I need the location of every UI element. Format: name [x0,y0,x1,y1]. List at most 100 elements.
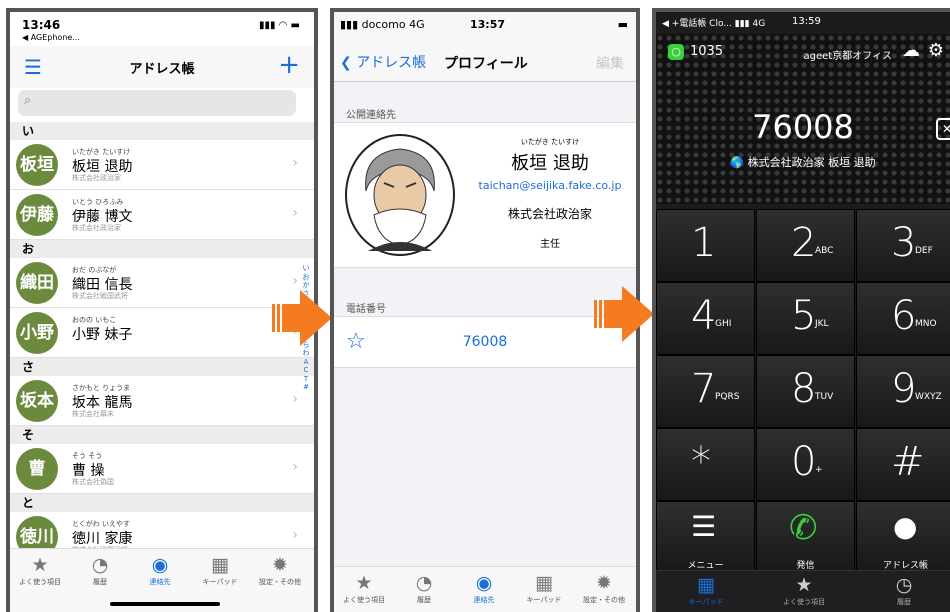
key-4[interactable]: 4 GHI [656,282,755,355]
contact-row[interactable]: 曹そう そう曹 操株式会社偽国 › [10,444,314,494]
nav-bar: ☰ アドレス帳 + [10,46,314,88]
tab-bar: ▦ キーパッド ★ よく使う項目 ◷ 履歴 [656,570,950,612]
page-title: プロフィール [444,56,528,72]
edit-button[interactable]: 編集 [596,53,624,73]
carrier-name: docomo [361,18,406,31]
key-1[interactable]: 1 [656,209,755,282]
tab-label: キーパッド [688,598,724,606]
keypad-icon: ▦ [535,572,553,594]
key-letters: PQRS [715,392,740,402]
keypad-icon: ▦ [211,554,229,576]
key-5[interactable]: 5 JKL [756,282,855,355]
index-letter[interactable]: い [301,264,311,273]
office-name: ageet京都オフィス [803,51,892,62]
status-bar: ▮▮▮ docomo 4G 13:57 ▬ [334,12,636,46]
key-star[interactable]: * [656,428,755,501]
back-button[interactable]: ❮ アドレス帳 [340,52,426,72]
index-letter[interactable]: # [301,383,311,392]
contact-row[interactable]: 小野おのの いもこ小野 妹子› [10,308,314,358]
contact-row[interactable]: 伊藤 いとう ひろふみ 伊藤 博文 株式会社政治家 › [10,190,314,240]
contact-row[interactable]: 織田 おだ のぶなが 織田 信長 株式会社戦国武将 › [10,258,314,308]
key-3[interactable]: 3 DEF [856,209,950,282]
contact-label: 株式会社政治家 板垣 退助 [747,156,876,169]
key-2[interactable]: 2 ABC [756,209,855,282]
backspace-icon[interactable]: ✕ [936,118,950,140]
section-header: い [10,122,314,140]
battery-icon: ▬ [617,18,628,31]
address-book-button[interactable]: ● アドレス帳 [856,501,950,574]
network-type: 4G [752,19,766,29]
phone-number[interactable]: 76008 [334,334,636,350]
index-letter[interactable]: わ [301,349,311,358]
tab-history[interactable]: ◔ 履歴 [394,571,454,605]
key-8[interactable]: 8 TUV [756,355,855,428]
tab-keypad[interactable]: ▦ キーパッド [190,553,250,587]
tab-bar: ★ よく使う項目 ◔ 履歴 ◉ 連絡先 ▦ キーパッド ✹ 設定・その他 [334,566,636,612]
tab-favorites[interactable]: ★ よく使う項目 [10,553,70,587]
globe-icon: 🌎 [730,156,745,169]
key-6[interactable]: 6 MNO [856,282,950,355]
key-letters: TUV [815,392,834,402]
company-name: 株式会社政治家 [72,174,121,182]
key-digit: 8 [791,366,817,412]
clock-icon: ◷ [895,574,913,596]
index-letter[interactable]: C [301,366,311,375]
search-input[interactable]: ⌕ [18,90,296,116]
back-to-app[interactable]: ◀ AGEphone... [22,33,80,42]
tab-label: よく使う項目 [783,598,825,606]
menu-button[interactable]: ☰ メニュー [656,501,755,574]
star-icon: ★ [795,574,813,596]
tab-label: 履歴 [417,596,431,604]
key-digit: * [691,439,711,485]
tab-favorites[interactable]: ★ よく使う項目 [334,571,394,605]
status-bar: ◀ +電話帳 Clo... ▮▮▮ 4G 13:59 [662,16,821,29]
tab-favorites[interactable]: ★ よく使う項目 [774,573,834,607]
gear-icon[interactable]: ⚙ [928,40,944,61]
profile-card: いたがき たいすけ 板垣 退助 taichan@seijika.fake.co.… [334,122,636,268]
caller-info: 🌎 株式会社政治家 板垣 退助 [656,154,950,170]
number-display: ○ 1035 ageet京都オフィス ☁ ⚙ 76008 🌎 株式会社政治家 板… [656,34,950,204]
key-letters: MNO [915,319,937,329]
key-0[interactable]: 0 + [756,428,855,501]
registration-status-icon: ○ [668,44,684,60]
back-to-app[interactable]: ◀ +電話帳 Clo... [662,19,732,29]
contact-row[interactable]: 坂本 さかもと りょうま 坂本 龍馬 株式会社幕末 › [10,376,314,426]
person-icon: ◉ [151,554,169,576]
search-icon: ⌕ [24,93,32,108]
contact-row[interactable]: 板垣 いたがき たいすけ 板垣 退助 株式会社政治家 › [10,140,314,190]
index-letter[interactable]: お [301,273,311,282]
network-type: 4G [409,18,425,31]
tab-settings[interactable]: ✹ 設定・その他 [574,571,634,605]
key-7[interactable]: 7 PQRS [656,355,755,428]
key-hash[interactable]: # [856,428,950,501]
phone-row[interactable]: ☆ 76008 [334,316,636,368]
key-digit: 9 [891,366,917,412]
add-icon[interactable]: + [278,50,300,80]
company-name: 株式会社政治家 [72,224,121,232]
index-letter[interactable]: T [301,375,311,384]
key-digit: 6 [891,293,917,339]
menu-icon: ☰ [691,510,717,543]
tab-label: 連絡先 [473,596,495,604]
arrow-right-icon [272,290,332,346]
tab-keypad[interactable]: ▦ キーパッド [676,573,736,607]
call-button[interactable]: ✆ 発信 [756,501,855,574]
index-letter[interactable]: A [301,358,311,367]
tab-contacts[interactable]: ◉ 連絡先 [130,553,190,587]
tab-settings[interactable]: ✹ 設定・その他 [250,553,310,587]
tab-history[interactable]: ◔ 履歴 [70,553,130,587]
key-letters: DEF [915,246,933,256]
company-name: 株式会社偽国 [72,478,114,486]
key-digit: 1 [691,220,717,266]
tab-label: 履歴 [93,578,107,586]
key-digit: 7 [691,366,717,412]
key-9[interactable]: 9 WXYZ [856,355,950,428]
contact-name: 小野 妹子 [72,327,133,343]
section-header: と [10,494,314,512]
contact-name: 板垣 退助 [511,153,589,174]
email-link[interactable]: taichan@seijika.fake.co.jp [464,179,636,192]
tab-history[interactable]: ◷ 履歴 [874,573,934,607]
tab-keypad[interactable]: ▦ キーパッド [514,571,574,605]
cloud-icon: ☁ [902,40,920,61]
tab-contacts[interactable]: ◉ 連絡先 [454,571,514,605]
